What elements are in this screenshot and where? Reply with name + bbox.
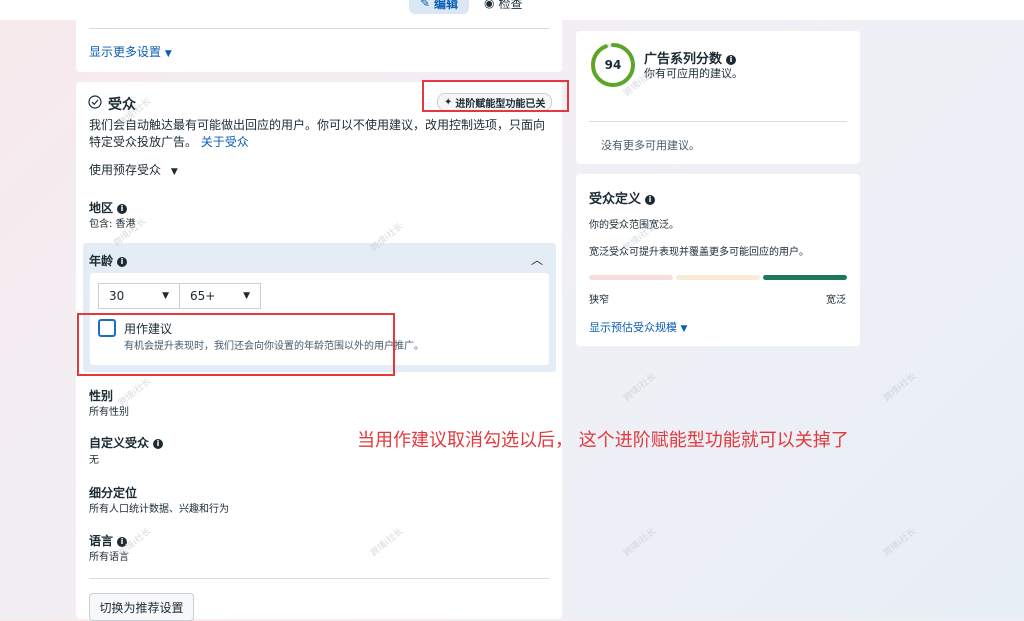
meter-narrow-segment [589, 275, 673, 280]
info-icon[interactable]: i [153, 438, 164, 449]
region-label: 地区 i [89, 199, 128, 216]
info-icon[interactable]: i [645, 194, 656, 205]
age-min-value: 30 [109, 289, 125, 303]
tab-edit-label: 编辑 [434, 0, 459, 11]
check-circle-icon [88, 95, 102, 109]
eye-icon: ◉ [484, 0, 495, 10]
watermark: 跨境i社长 [622, 371, 659, 404]
watermark: 跨境i社长 [882, 526, 919, 559]
switch-to-recommended-button[interactable]: 切换为推荐设置 [89, 593, 194, 621]
definition-line1: 你的受众范围宽泛。 [589, 220, 679, 231]
audience-definition-title: 受众定义 i [589, 188, 656, 207]
info-icon[interactable]: i [726, 54, 737, 65]
meter-narrow-label: 狭窄 [589, 295, 609, 306]
age-label-text: 年龄 [89, 254, 114, 268]
info-icon[interactable]: i [117, 203, 128, 214]
custom-audience-value: 无 [89, 455, 99, 466]
no-more-suggestions: 没有更多可用建议。 [601, 139, 700, 152]
use-saved-label: 使用预存受众 [89, 163, 162, 177]
info-icon[interactable]: i [117, 256, 128, 267]
age-min-select[interactable]: 30 ▼ [98, 283, 180, 309]
audience-definition-title-text: 受众定义 [589, 192, 642, 207]
caret-down-icon: ▼ [243, 291, 250, 301]
gender-label: 性别 [89, 389, 114, 403]
tab-review-label: 检查 [498, 0, 523, 11]
show-estimated-size-link[interactable]: 显示预估受众规模 ▼ [589, 319, 687, 335]
show-more-label: 显示更多设置 [89, 45, 162, 59]
watermark: 跨境i社长 [622, 526, 659, 559]
audience-description: 我们会自动触达最有可能做出回应的用户。你可以不使用建议，改用控制选项，只面向特定… [89, 117, 549, 151]
caret-down-icon: ▼ [162, 291, 169, 301]
pencil-icon: ✎ [419, 0, 431, 10]
score-value: 94 [605, 58, 622, 72]
custom-audience-label-text: 自定义受众 [89, 436, 150, 450]
about-audience-link[interactable]: 关于受众 [201, 135, 249, 149]
campaign-score-subtitle: 你有可应用的建议。 [644, 67, 743, 80]
divider [89, 578, 549, 579]
age-max-select[interactable]: 65+ ▼ [179, 283, 261, 309]
use-saved-audience-dropdown[interactable]: 使用预存受众 ▼ [89, 161, 178, 178]
tab-review[interactable]: ◉ 检查 [484, 0, 523, 14]
audience-description-text: 我们会自动触达最有可能做出回应的用户。你可以不使用建议，改用控制选项，只面向特定… [89, 118, 546, 149]
meter-broad-segment [763, 275, 847, 280]
annotation-text: 当用作建议取消勾选以后， 这个进阶赋能型功能就可以关掉了 [357, 430, 849, 451]
collapse-chevron-icon[interactable]: ︿ [531, 251, 543, 268]
language-label-text: 语言 [89, 534, 114, 548]
watermark: 跨境i社长 [882, 371, 919, 404]
divider [89, 28, 549, 29]
tab-edit[interactable]: ✎ 编辑 [409, 0, 469, 14]
show-estimate-label: 显示预估受众规模 [589, 321, 677, 334]
caret-down-icon: ▼ [164, 49, 172, 59]
highlight-box-pill [422, 80, 569, 112]
region-label-text: 地区 [89, 201, 114, 215]
age-max-value: 65+ [190, 289, 216, 303]
age-label: 年龄 i [89, 252, 128, 269]
highlight-box-checkbox [77, 313, 395, 376]
custom-audience-label: 自定义受众 i [89, 434, 164, 451]
show-more-settings-link[interactable]: 显示更多设置 ▼ [89, 43, 172, 60]
detailed-targeting-value: 所有人口统计数据、兴趣和行为 [89, 504, 229, 515]
meter-middle-segment [676, 275, 760, 280]
detailed-targeting-label: 细分定位 [89, 486, 138, 500]
caret-down-icon: ▼ [680, 324, 688, 334]
caret-down-icon: ▼ [170, 167, 178, 177]
meter-broad-label: 宽泛 [826, 295, 846, 306]
divider [589, 121, 847, 122]
